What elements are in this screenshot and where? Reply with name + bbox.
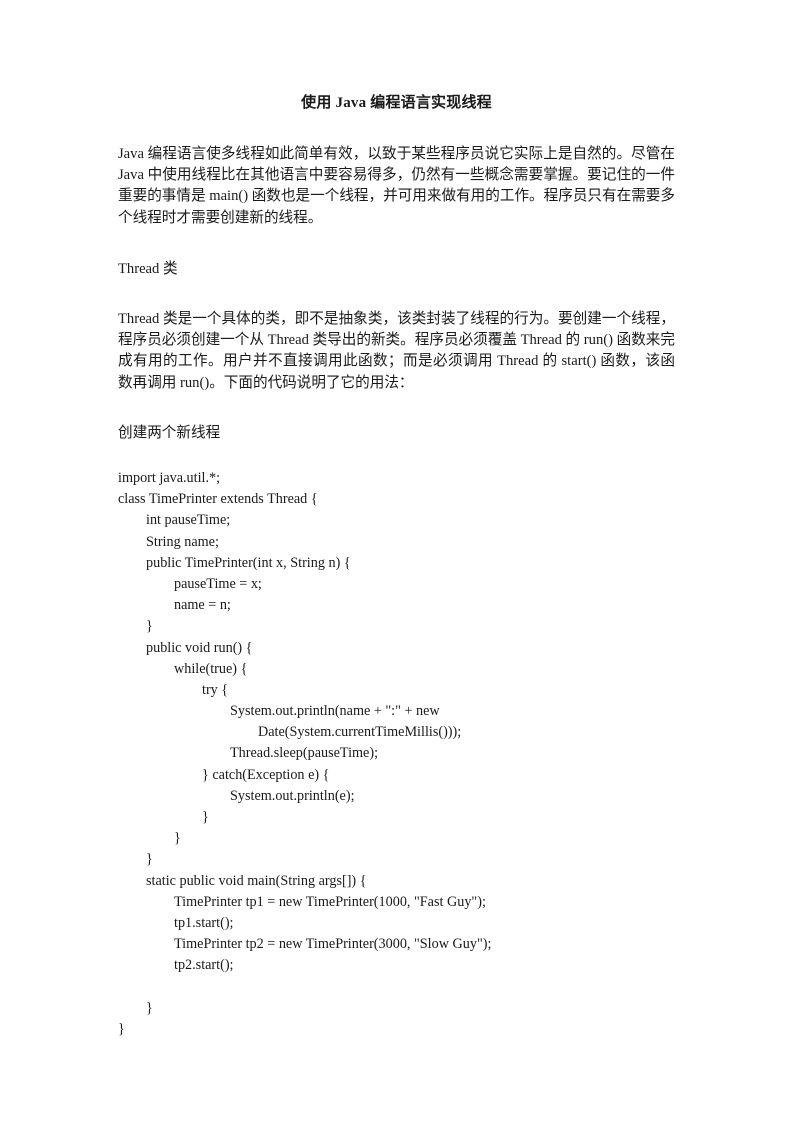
code-line: try { — [202, 681, 229, 698]
document-page: 使用 Java 编程语言实现线程 Java 编程语言使多线程如此简单有效，以致于… — [0, 0, 793, 1122]
code-line: tp1.start(); — [174, 914, 234, 931]
code-line: String name; — [146, 533, 219, 550]
document-content-column: 使用 Java 编程语言实现线程 Java 编程语言使多线程如此简单有效，以致于… — [118, 0, 675, 1040]
page-title: 使用 Java 编程语言实现线程 — [301, 95, 492, 111]
code-line: static public void main(String args[]) { — [146, 872, 367, 889]
code-line: TimePrinter tp1 = new TimePrinter(1000, … — [174, 893, 486, 910]
code-line: import java.util.*; — [118, 470, 221, 487]
code-line: } — [174, 830, 181, 847]
code-line: } — [146, 851, 153, 868]
code-line: int pauseTime; — [146, 512, 231, 529]
code-line: public TimePrinter(int x, String n) { — [146, 554, 351, 571]
code-line: System.out.println(name + ":" + new — [230, 703, 440, 720]
code-listing-caption: 创建两个新线程 — [118, 424, 221, 441]
section-heading-thread-class: Thread 类 — [118, 260, 178, 277]
java-code-listing: import java.util.*; class TimePrinter ext… — [118, 444, 675, 1040]
thread-class-paragraph: Thread 类是一个具体的类，即不是抽象类，该类封装了线程的行为。要创建一个线… — [118, 311, 675, 391]
code-line: class TimePrinter extends Thread { — [118, 491, 318, 508]
code-line: TimePrinter tp2 = new TimePrinter(3000, … — [174, 936, 492, 953]
code-line: } — [202, 809, 209, 826]
code-line: while(true) { — [174, 660, 248, 677]
code-line: Thread.sleep(pauseTime); — [230, 745, 379, 762]
code-line: } — [146, 618, 153, 635]
code-line: System.out.println(e); — [230, 787, 355, 804]
code-line: pauseTime = x; — [174, 575, 262, 592]
code-line: public void run() { — [146, 639, 253, 656]
code-line: tp2.start(); — [174, 957, 234, 974]
code-line: } — [146, 999, 153, 1016]
code-line: } — [118, 1020, 125, 1037]
code-line: } catch(Exception e) { — [202, 766, 330, 783]
code-line: name = n; — [174, 597, 231, 614]
code-line: Date(System.currentTimeMillis())); — [258, 724, 462, 741]
intro-paragraph: Java 编程语言使多线程如此简单有效，以致于某些程序员说它实际上是自然的。尽管… — [118, 146, 675, 226]
